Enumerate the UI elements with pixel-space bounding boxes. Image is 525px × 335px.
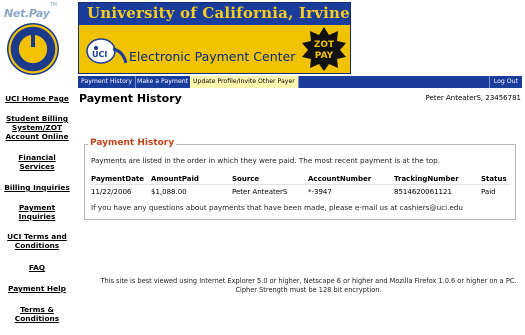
sidebar: Net.PayTM UCI Home Page Student Billing … <box>0 0 72 335</box>
netpay-logo: Net.PayTM <box>4 2 57 20</box>
sidebar-link-student-billing[interactable]: Student Billing System/ZOT Account Onlin… <box>2 114 72 141</box>
sidebar-link-faq[interactable]: FAQ <box>2 263 72 272</box>
top-nav-bar: Payment History Make a Payment Update Pr… <box>78 76 522 88</box>
sidebar-link-billing-inquiries[interactable]: Billing Inquiries <box>2 183 72 192</box>
column-header-account-number: AccountNumber <box>308 175 372 183</box>
column-header-payment-date: PaymentDate <box>91 175 145 183</box>
sidebar-link-payment-inquiries[interactable]: Payment Inquiries <box>2 203 72 221</box>
table-header-divider <box>90 184 510 185</box>
badge-zot-text: ZOT <box>314 40 335 50</box>
column-header-source: Source <box>232 175 260 183</box>
column-header-tracking-number: TrackingNumber <box>394 175 459 183</box>
netpay-logo-text: Net.Pay <box>4 7 50 20</box>
payment-history-description: Payments are listed in the order in whic… <box>91 156 441 165</box>
sidebar-link-financial-services[interactable]: Financial Services <box>2 153 72 171</box>
sidebar-link-uci-home[interactable]: UCI Home Page <box>2 94 72 103</box>
zot-pay-badge-icon: ZOT PAY <box>302 27 346 71</box>
logout-button[interactable]: Log Out <box>488 76 522 88</box>
banner-lower-panel: UCI Electronic Payment Center ZOT PAY <box>79 25 350 73</box>
sidebar-link-uci-terms[interactable]: UCI Terms and Conditions <box>2 232 72 250</box>
seal-center-icon <box>31 33 35 47</box>
column-header-amount-paid: AmountPaid <box>151 175 199 183</box>
cell-tracking-number: 8514620061121 <box>394 188 452 196</box>
browser-compat-note: This site is best viewed using Internet … <box>100 277 517 285</box>
sidebar-link-payment-help[interactable]: Payment Help <box>2 284 72 293</box>
cell-payment-date: 11/22/2006 <box>91 188 132 196</box>
page-title: Payment History <box>79 92 182 105</box>
banner-subtitle: Electronic Payment Center <box>129 49 296 64</box>
payment-history-legend: Payment History <box>88 138 177 148</box>
column-header-status: Status <box>481 175 507 183</box>
cell-source: Peter AnteaterS <box>232 188 288 196</box>
user-identity-label: Peter AnteaterS, 23456781 <box>425 94 521 102</box>
cell-account-number: *-3947 <box>308 188 332 196</box>
mascot-uci-text: UCI <box>92 50 107 59</box>
anteater-mascot-icon: UCI <box>86 38 127 64</box>
cipher-strength-note: Cipher Strength must be 128 bit encrypti… <box>235 286 382 294</box>
uc-seal-logo <box>7 23 59 75</box>
tab-make-payment[interactable]: Make a Payment <box>134 76 193 88</box>
banner-title: University of California, Irvine <box>87 4 350 22</box>
cell-status: Paid <box>481 188 496 196</box>
tab-payment-history[interactable]: Payment History <box>78 76 137 88</box>
trademark-mark: TM <box>49 2 57 8</box>
contact-note: If you have any questions about payments… <box>91 203 463 212</box>
sidebar-link-terms-conditions[interactable]: Terms & Conditions <box>2 305 72 323</box>
cell-amount-paid: $1,088.00 <box>151 188 187 196</box>
header-banner: University of California, Irvine UCI Ele… <box>78 2 351 74</box>
badge-pay-text: PAY <box>315 51 334 61</box>
tab-update-profile[interactable]: Update Profile/Invite Other Payer <box>190 76 299 88</box>
